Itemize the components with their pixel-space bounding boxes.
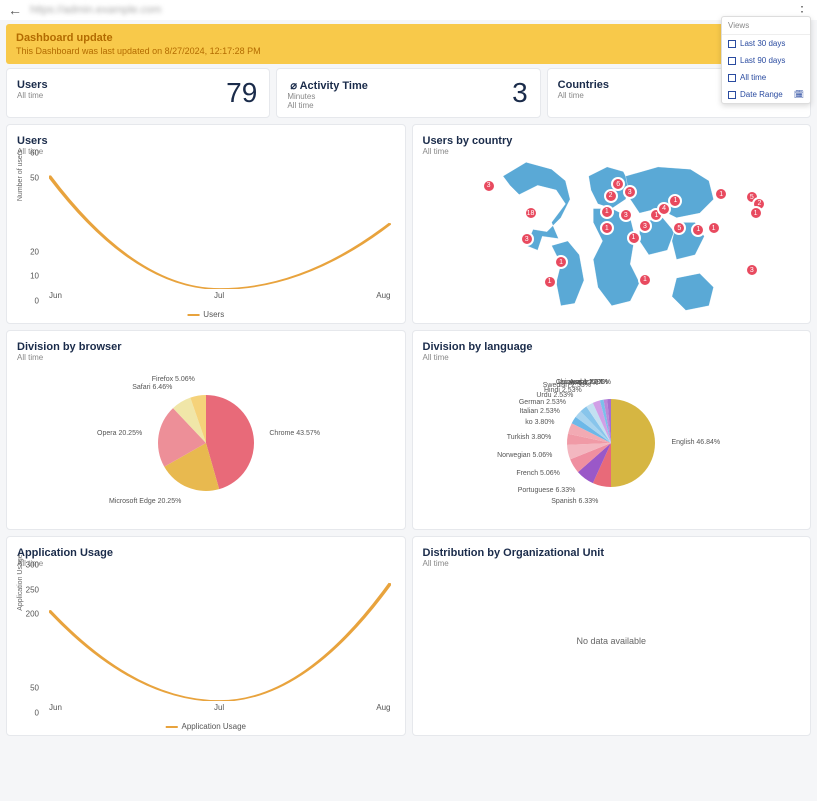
y-axis: 010205060: [21, 153, 41, 301]
stat-sub: Minutes All time: [287, 92, 529, 110]
chart-title: Application Usage: [17, 547, 395, 559]
chart-users-line: Users All time Number of users 010205060…: [6, 124, 406, 324]
chart-sub: All time: [423, 353, 801, 362]
stat-value: 79: [226, 77, 257, 109]
views-option-last-30[interactable]: Last 30 days: [722, 35, 810, 52]
map-pin[interactable]: 3: [619, 208, 633, 222]
banner-subtitle: This Dashboard was last updated on 8/27/…: [16, 46, 801, 56]
calendar-icon: [728, 74, 736, 82]
chart-legend: Users: [187, 310, 224, 319]
pie-slice-label: French 5.06%: [516, 470, 560, 477]
x-axis: JunJulAug: [49, 291, 391, 301]
chart-legend: Application Usage: [166, 722, 246, 731]
pie-slice-label: Arabic 0.00%: [569, 379, 611, 386]
chart-title: Division by browser: [17, 341, 395, 353]
banner-title: Dashboard update: [16, 32, 801, 44]
calendar-icon: [728, 57, 736, 65]
map-pin[interactable]: 1: [600, 205, 614, 219]
pie-slice-label: Turkish 3.80%: [507, 434, 551, 441]
pie-chart: English 46.84% Spanish 6.33% Portuguese 6.…: [413, 367, 811, 519]
chart-sub: All time: [423, 559, 801, 568]
map-pin[interactable]: 18: [524, 206, 538, 220]
pie-slice-label: Chrome 43.57%: [269, 430, 320, 437]
pie-slice-label: Microsoft Edge 20.25%: [109, 498, 181, 505]
chart-title: Users by country: [423, 135, 801, 147]
chart-sub: All time: [17, 353, 395, 362]
y-axis: 050200250300: [21, 565, 41, 713]
map-pin[interactable]: 1: [638, 273, 652, 287]
pie-slice-label: ko 3.80%: [525, 419, 554, 426]
chart-distribution-ou: Distribution by Organizational Unit All …: [412, 536, 812, 736]
pie-slice-label: Safari 6.46%: [132, 384, 172, 391]
legend-swatch: [166, 726, 178, 728]
views-option-last-90[interactable]: Last 90 days: [722, 52, 810, 69]
chart-division-language: Division by language All time English 46…: [412, 330, 812, 530]
stat-card-users: Users All time 79: [6, 68, 270, 118]
views-option-date-range[interactable]: Date Range🗓: [722, 86, 810, 103]
plot: [49, 565, 391, 701]
map-pin[interactable]: 1: [668, 194, 682, 208]
pie-slice-label: Portuguese 6.33%: [518, 487, 576, 494]
plot: [49, 153, 391, 289]
map-pin[interactable]: 3: [745, 263, 759, 277]
views-dropdown-header: Views: [722, 17, 810, 35]
map-pin[interactable]: 1: [627, 231, 641, 245]
stat-sub: All time: [17, 91, 259, 100]
pie-slice-label: Spanish 6.33%: [551, 498, 598, 505]
stat-card-activity: ⌀ Activity Time Minutes All time 3: [276, 68, 540, 118]
map-pin[interactable]: 3: [520, 232, 534, 246]
pie-slice-label: Firefox 5.06%: [152, 376, 195, 383]
map-pin[interactable]: 1: [691, 223, 705, 237]
map-pin[interactable]: 1: [749, 206, 763, 220]
chart-title: Division by language: [423, 341, 801, 353]
page-url-masked: https://admin.example.com: [30, 4, 161, 16]
stat-title: Users: [17, 79, 259, 91]
stat-title: ⌀ Activity Time: [287, 79, 529, 92]
map-pin[interactable]: 3: [482, 179, 496, 193]
map-pin[interactable]: 1: [543, 275, 557, 289]
chart-application-usage: Application Usage All time Application U…: [6, 536, 406, 736]
views-dropdown: Views Last 30 days Last 90 days All time…: [721, 16, 811, 104]
stat-value: 3: [512, 77, 528, 109]
chart-title: Users: [17, 135, 395, 147]
topbar: ← https://admin.example.com ⋮: [0, 0, 817, 20]
world-map[interactable]: 31831126331111314151115213: [421, 153, 803, 315]
no-data-message: No data available: [413, 636, 811, 646]
stats-row: Users All time 79 ⌀ Activity Time Minute…: [6, 68, 811, 118]
calendar-icon: [728, 40, 736, 48]
chart-users-by-country: Users by country All time 31831126331111…: [412, 124, 812, 324]
back-button[interactable]: ←: [8, 2, 22, 18]
pie-chart: Chrome 43.57% Microsoft Edge 20.25% Opera …: [7, 367, 405, 519]
row-1: Users All time Number of users 010205060…: [6, 124, 811, 324]
chart-title: Distribution by Organizational Unit: [423, 547, 801, 559]
x-axis: JunJulAug: [49, 703, 391, 713]
row-2: Division by browser All time Chrome 43.5…: [6, 330, 811, 530]
calendar-picker-icon: 🗓: [794, 90, 804, 99]
pie-slice-label: Italian 2.53%: [519, 408, 559, 415]
map-pin[interactable]: 1: [600, 221, 614, 235]
chart-plot-area: Number of users 010205060 JunJulAug: [21, 153, 395, 301]
update-banner: Dashboard update This Dashboard was last…: [6, 24, 811, 64]
chart-plot-area: Application Usage 050200250300 JunJulAug: [21, 565, 395, 713]
views-option-all-time[interactable]: All time: [722, 69, 810, 86]
map-pin[interactable]: 1: [554, 255, 568, 269]
pie-slice-label: Opera 20.25%: [97, 430, 142, 437]
legend-swatch: [187, 314, 199, 316]
pie-slice-label: German 2.53%: [519, 399, 566, 406]
map-pin[interactable]: 1: [707, 221, 721, 235]
calendar-icon: [728, 91, 736, 99]
pie-slice-label: English 46.84%: [672, 439, 721, 446]
map-pin[interactable]: 3: [623, 185, 637, 199]
chart-division-browser: Division by browser All time Chrome 43.5…: [6, 330, 406, 530]
pie-slice-label: Norwegian 5.06%: [497, 452, 552, 459]
row-3: Application Usage All time Application U…: [6, 536, 811, 736]
